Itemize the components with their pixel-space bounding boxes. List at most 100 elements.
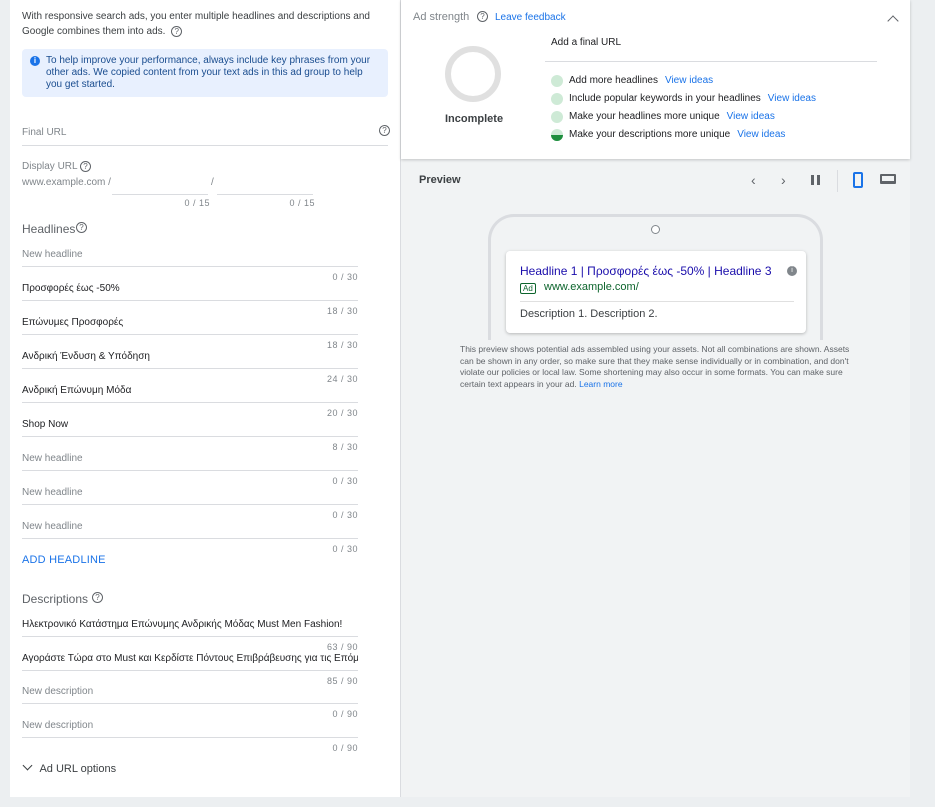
headline-text: New headline bbox=[22, 249, 83, 260]
headline-underline bbox=[22, 266, 358, 267]
final-url-help-icon[interactable]: ? bbox=[379, 125, 390, 136]
headline-text: Ανδρική Ένδυση & Υπόδηση bbox=[22, 351, 150, 362]
headline-text: Ανδρική Επώνυμη Μόδα bbox=[22, 385, 132, 396]
right-panel: Ad strength ? Leave feedback Incomplete … bbox=[401, 0, 910, 797]
chevron-left-icon[interactable]: ‹ bbox=[751, 172, 756, 188]
display-url-help-icon[interactable]: ? bbox=[80, 161, 91, 172]
tip-progress-fill bbox=[551, 135, 563, 141]
description-underline bbox=[22, 737, 358, 738]
headline-text: Προσφορές έως -50% bbox=[22, 283, 120, 294]
help-icon[interactable]: ? bbox=[171, 25, 183, 37]
tip-status-icon bbox=[551, 75, 563, 87]
info-icon: i bbox=[30, 56, 40, 66]
tip-label: Include popular keywords in your headlin… bbox=[569, 93, 761, 104]
headline-text: Επώνυμες Προσφορές bbox=[22, 317, 124, 328]
tip-divider bbox=[545, 61, 877, 62]
description-underline bbox=[22, 703, 358, 704]
headline-text: New headline bbox=[22, 521, 83, 532]
ad-preview-url: www.example.com/ bbox=[544, 281, 639, 293]
path1-counter: 0 / 15 bbox=[184, 198, 210, 208]
description-counter: 85 / 90 bbox=[326, 676, 358, 686]
tip-status-icon bbox=[551, 129, 563, 141]
headline-text: Shop Now bbox=[22, 419, 69, 430]
headlines-title: Headlines bbox=[22, 222, 76, 236]
final-url-underline bbox=[22, 145, 388, 146]
leave-feedback-link[interactable]: Leave feedback bbox=[495, 12, 566, 23]
desktop-device-icon[interactable] bbox=[880, 174, 896, 184]
disclaimer-text: This preview shows potential ads assembl… bbox=[460, 344, 850, 389]
final-url-label: Final URL bbox=[22, 127, 67, 138]
ad-strength-help-icon[interactable]: ? bbox=[477, 11, 488, 22]
display-url-path2-input[interactable] bbox=[217, 175, 313, 195]
headline-counter: 18 / 30 bbox=[326, 306, 358, 316]
preview-disclaimer: This preview shows potential ads assembl… bbox=[460, 344, 852, 390]
description-counter: 0 / 90 bbox=[332, 743, 358, 753]
intro-text-body: With responsive search ads, you enter mu… bbox=[22, 11, 370, 37]
display-url-domain: www.example.com / bbox=[22, 177, 111, 188]
description-counter: 63 / 90 bbox=[326, 642, 358, 652]
headline-underline bbox=[22, 368, 358, 369]
ad-strength-card: Ad strength ? Leave feedback Incomplete … bbox=[401, 0, 910, 159]
headline-underline bbox=[22, 538, 358, 539]
description-counter: 0 / 90 bbox=[332, 709, 358, 719]
ad-strength-label: Ad strength bbox=[413, 11, 470, 23]
ad-preview-description: Description 1. Description 2. bbox=[520, 308, 658, 320]
headline-underline bbox=[22, 436, 358, 437]
chevron-right-icon[interactable]: › bbox=[781, 172, 786, 188]
view-ideas-link[interactable]: View ideas bbox=[737, 129, 785, 140]
headline-text: New headline bbox=[22, 453, 83, 464]
collapse-chevron-icon[interactable] bbox=[887, 15, 899, 27]
view-ideas-link[interactable]: View ideas bbox=[727, 111, 775, 122]
descriptions-help-icon[interactable]: ? bbox=[92, 592, 103, 603]
headline-underline bbox=[22, 402, 358, 403]
headlines-help-icon[interactable]: ? bbox=[76, 222, 87, 233]
display-url-separator: / bbox=[211, 177, 214, 188]
tip-label: Make your headlines more unique bbox=[569, 111, 720, 122]
learn-more-link[interactable]: Learn more bbox=[579, 379, 622, 389]
ad-badge: Ad bbox=[520, 283, 536, 294]
chevron-down-icon bbox=[22, 760, 33, 771]
display-url-path1-input[interactable] bbox=[112, 175, 208, 195]
info-banner: i To help improve your performance, alwa… bbox=[22, 49, 388, 97]
tip-item: Include popular keywords in your headlin… bbox=[569, 93, 816, 104]
tip-label: Make your descriptions more unique bbox=[569, 129, 731, 140]
headline-underline bbox=[22, 334, 358, 335]
description-text: New description bbox=[22, 686, 94, 697]
add-headline-button[interactable]: ADD HEADLINE bbox=[22, 554, 106, 566]
headline-counter: 20 / 30 bbox=[326, 408, 358, 418]
headline-counter: 0 / 30 bbox=[332, 544, 358, 554]
headline-underline bbox=[22, 470, 358, 471]
description-underline bbox=[22, 636, 358, 637]
ad-divider bbox=[520, 301, 794, 302]
mobile-device-icon[interactable] bbox=[853, 172, 863, 188]
display-url-label: Display URL bbox=[22, 161, 78, 172]
pause-icon[interactable] bbox=[811, 175, 820, 185]
ad-preview-headline: Headline 1 | Προσφορές έως -50% | Headli… bbox=[520, 264, 772, 278]
tip-item: Add more headlines View ideas bbox=[569, 75, 713, 86]
view-ideas-link[interactable]: View ideas bbox=[665, 75, 713, 86]
path1-underline bbox=[112, 194, 208, 195]
description-underline bbox=[22, 670, 358, 671]
ad-strength-ring bbox=[445, 46, 501, 102]
info-icon[interactable]: i bbox=[787, 266, 797, 276]
description-text: New description bbox=[22, 720, 94, 731]
headline-counter: 24 / 30 bbox=[326, 374, 358, 384]
headline-counter: 0 / 30 bbox=[332, 510, 358, 520]
headline-counter: 8 / 30 bbox=[332, 442, 358, 452]
headline-counter: 18 / 30 bbox=[326, 340, 358, 350]
top-tip: Add a final URL bbox=[551, 37, 622, 48]
ad-preview-card: Headline 1 | Προσφορές έως -50% | Headli… bbox=[506, 251, 806, 333]
headline-underline bbox=[22, 300, 358, 301]
headline-counter: 0 / 30 bbox=[332, 272, 358, 282]
description-text: Ηλεκτρονικό Κατάστημα Επώνυμης Ανδρικής … bbox=[22, 619, 343, 630]
ad-strength-status: Incomplete bbox=[445, 113, 504, 125]
ad-url-options-toggle[interactable]: Ad URL options bbox=[22, 760, 117, 775]
tip-item: Make your descriptions more unique View i… bbox=[569, 129, 785, 140]
tip-status-icon bbox=[551, 111, 563, 123]
tip-label: Add more headlines bbox=[569, 75, 658, 86]
view-ideas-link[interactable]: View ideas bbox=[768, 93, 816, 104]
tip-item: Make your headlines more unique View idea… bbox=[569, 111, 775, 122]
ad-url-options-label: Ad URL options bbox=[39, 763, 117, 775]
preview-toolbar: Preview ‹ › bbox=[401, 160, 910, 202]
toolbar-divider bbox=[837, 170, 838, 192]
